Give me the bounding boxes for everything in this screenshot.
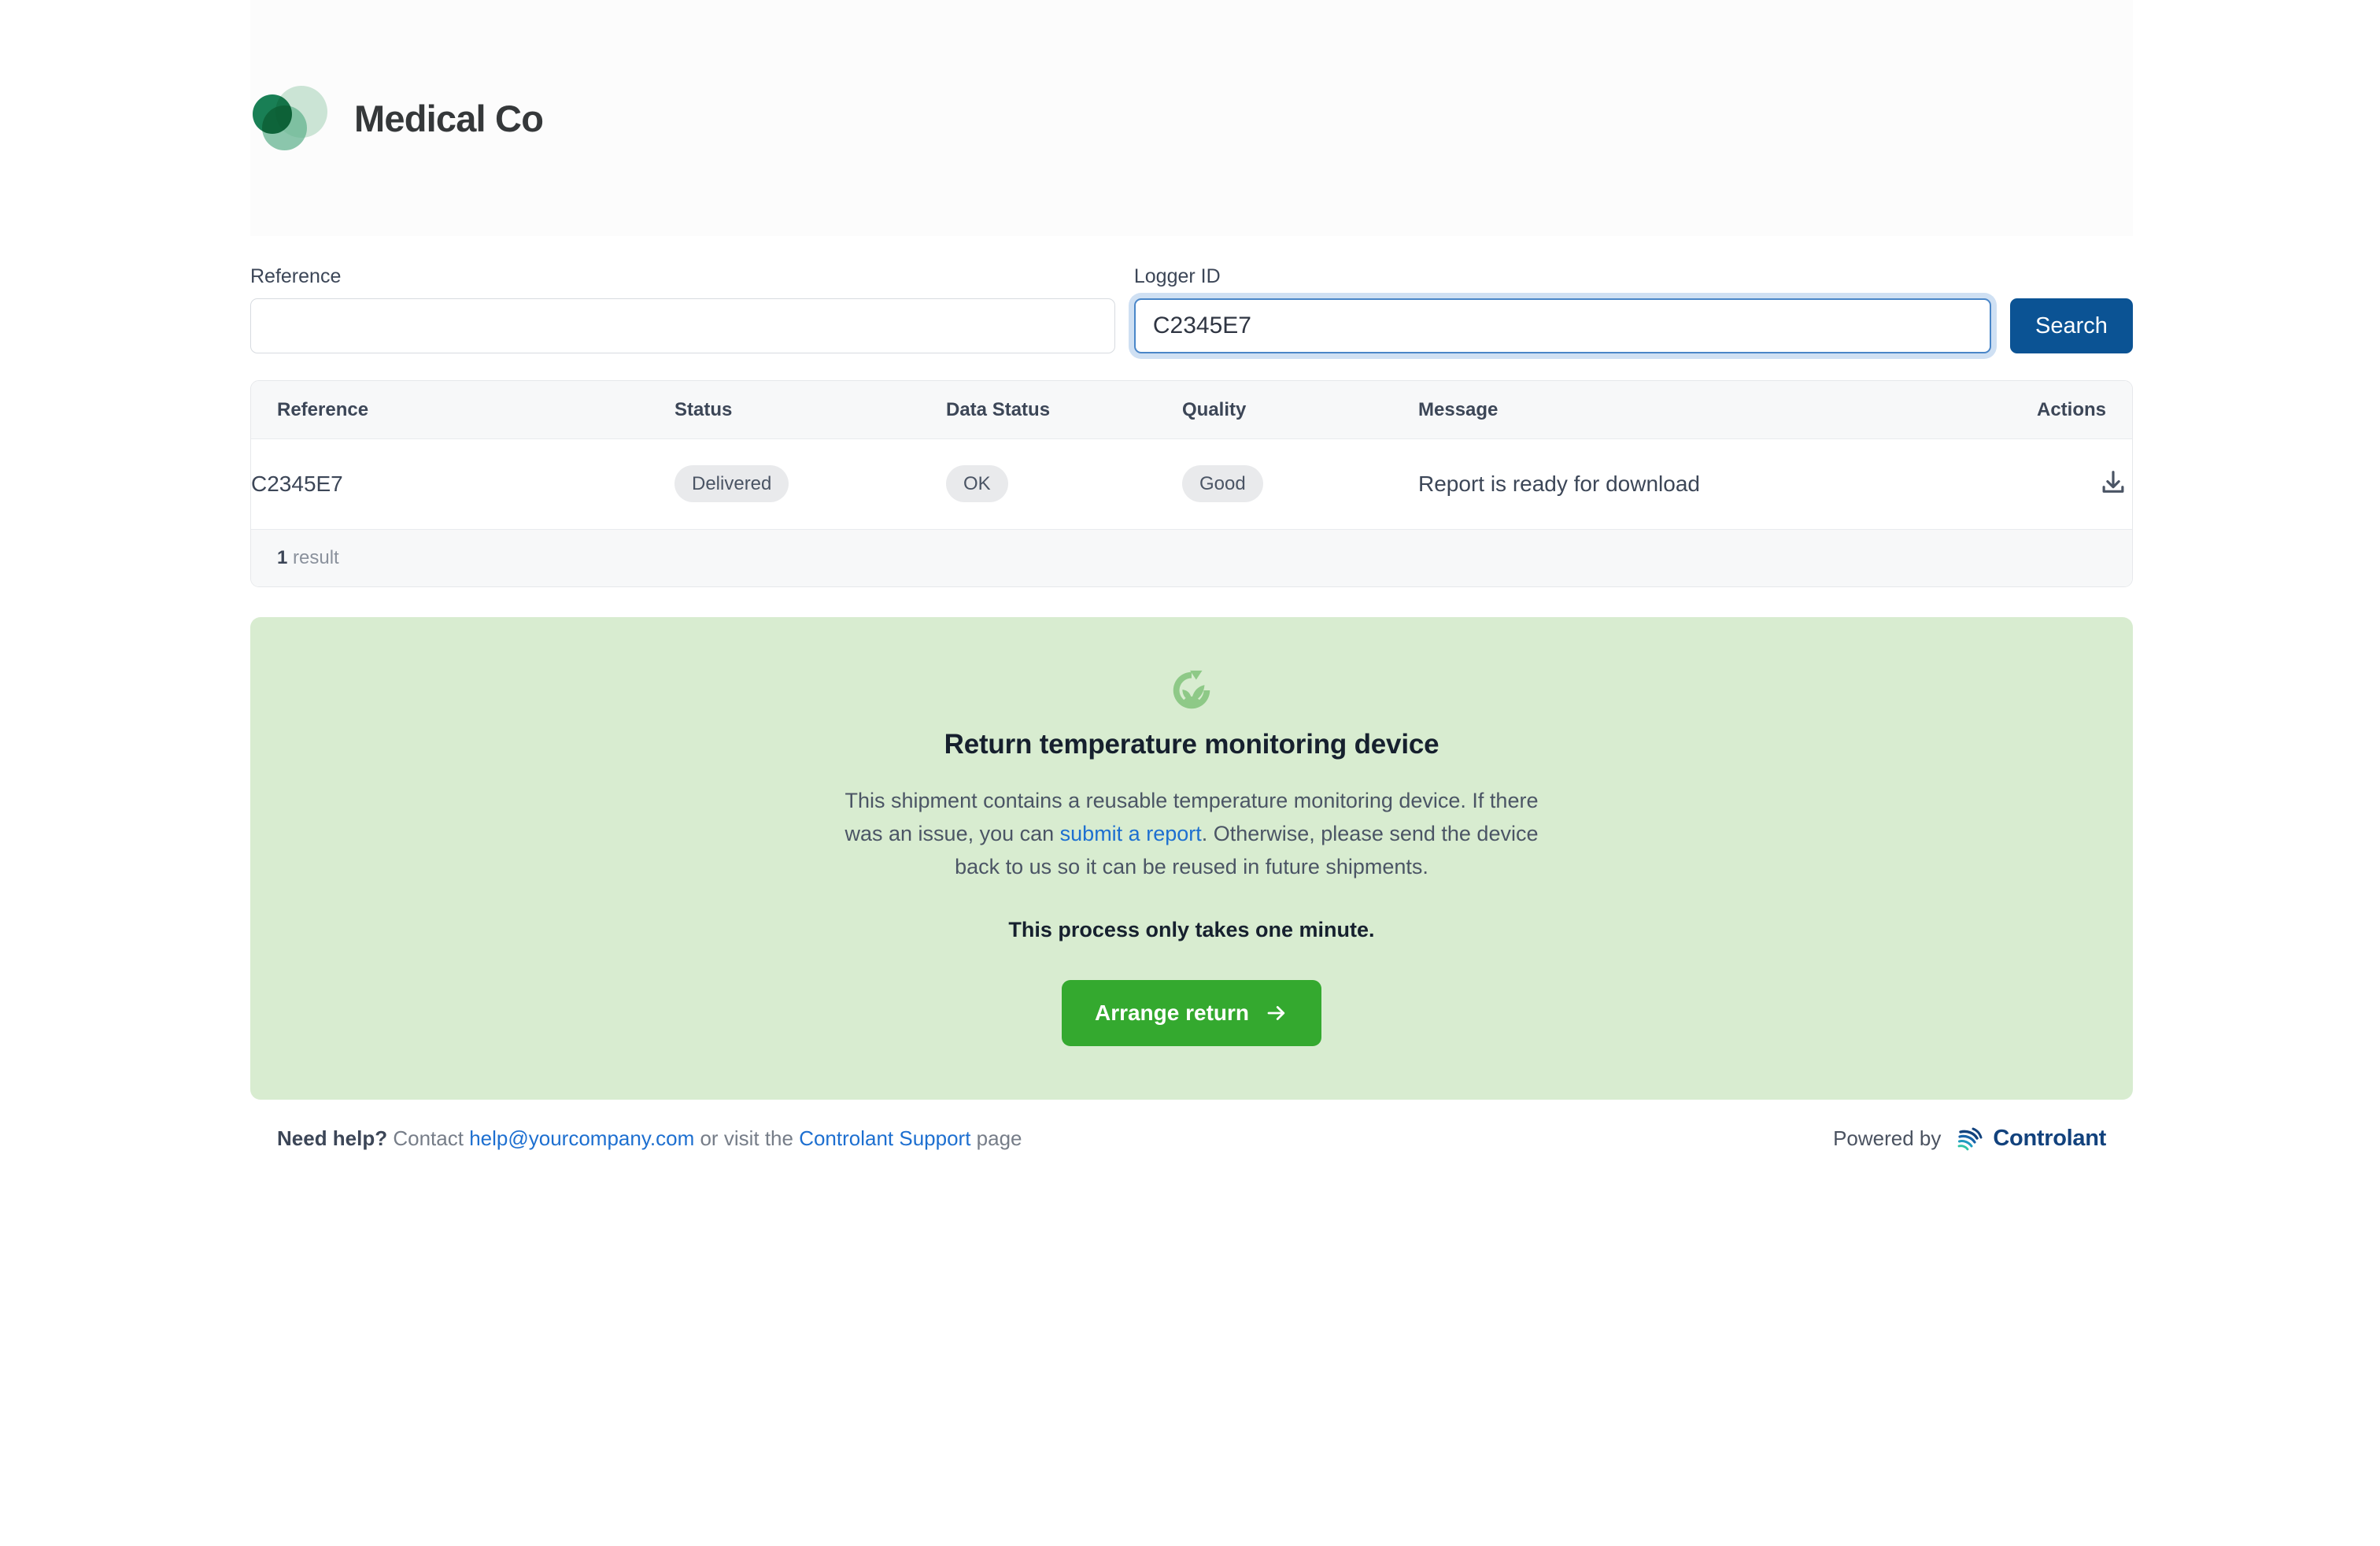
logger-id-label: Logger ID	[1133, 265, 1221, 287]
table-header-row: Reference Status Data Status Quality Mes…	[251, 380, 2132, 439]
controlant-signal-logo-icon	[1958, 1127, 1983, 1151]
results-table-card: Reference Status Data Status Quality Mes…	[250, 379, 2133, 587]
controlant-support-link[interactable]: Controlant Support	[799, 1126, 970, 1150]
powered-by-block: Powered by Controlant	[1833, 1125, 2106, 1153]
header-message: Message	[1418, 380, 1969, 439]
three-circles-logo-icon	[252, 84, 331, 152]
powered-by-label: Powered by	[1833, 1126, 1942, 1151]
return-panel-body: This shipment contains a reusable temper…	[830, 784, 1554, 883]
reference-input[interactable]	[250, 298, 1115, 353]
contact-prefix: Contact	[387, 1126, 470, 1151]
recycle-sprout-icon	[1173, 670, 1210, 708]
need-help-label: Need help?	[277, 1126, 388, 1151]
results-table: Reference Status Data Status Quality Mes…	[251, 380, 2132, 529]
reference-field-group: Reference	[250, 265, 1115, 353]
cell-message: Report is ready for download	[1418, 438, 1969, 529]
logger-id-input[interactable]	[1133, 298, 1991, 353]
controlant-lockup: Controlant	[1955, 1125, 2106, 1153]
header-reference: Reference	[251, 380, 674, 439]
help-middle-text: or visit the	[694, 1126, 800, 1151]
return-device-panel: Return temperature monitoring device Thi…	[250, 616, 2133, 1100]
submit-report-link[interactable]: submit a report	[1060, 822, 1202, 845]
download-icon[interactable]	[2094, 464, 2132, 502]
table-body: C2345E7 Delivered OK Good Report is read…	[251, 438, 2132, 529]
cell-quality: Good	[1182, 438, 1418, 529]
quality-badge: Good	[1182, 464, 1263, 503]
search-button[interactable]: Search	[2010, 298, 2133, 353]
help-text: Need help? Contact help@yourcompany.com …	[277, 1126, 1022, 1151]
return-panel-title: Return temperature monitoring device	[944, 728, 1439, 760]
header-actions: Actions	[1969, 380, 2132, 439]
arrange-return-button[interactable]: Arrange return	[1061, 979, 1322, 1046]
header-status: Status	[674, 380, 946, 439]
results-count-number: 1	[277, 546, 288, 568]
search-form: Reference Logger ID Search	[250, 265, 2133, 353]
cell-data-status: OK	[946, 438, 1182, 529]
support-email-link[interactable]: help@yourcompany.com	[469, 1126, 694, 1150]
reference-label: Reference	[250, 265, 342, 287]
logger-field-group: Logger ID	[1133, 265, 1991, 353]
logo-circle-dark	[253, 94, 292, 134]
controlant-wordmark: Controlant	[1993, 1126, 2106, 1152]
results-count-label: result	[293, 546, 339, 568]
arrow-right-icon	[1267, 1005, 1285, 1020]
return-panel-note: This process only takes one minute.	[1008, 917, 1375, 941]
cell-reference: C2345E7	[251, 438, 674, 529]
status-badge: Delivered	[674, 464, 789, 503]
page-root: Medical Co Reference Logger ID Search Re…	[0, 0, 2380, 1546]
brand-header: Medical Co	[250, 0, 2133, 236]
content-container: Medical Co Reference Logger ID Search Re…	[250, 0, 2133, 1153]
page-footer: Need help? Contact help@yourcompany.com …	[250, 1125, 2133, 1153]
cell-actions	[1969, 438, 2132, 529]
table-head: Reference Status Data Status Quality Mes…	[251, 380, 2132, 439]
header-quality: Quality	[1182, 380, 1418, 439]
arrange-return-label: Arrange return	[1094, 1000, 1250, 1025]
header-data-status: Data Status	[946, 380, 1182, 439]
results-count: 1 result	[251, 528, 2132, 586]
help-suffix-text: page	[970, 1126, 1022, 1151]
brand-name: Medical Co	[354, 97, 544, 139]
data-status-badge: OK	[946, 464, 1008, 503]
brand-lockup: Medical Co	[252, 84, 544, 152]
table-row: C2345E7 Delivered OK Good Report is read…	[251, 438, 2132, 529]
cell-status: Delivered	[674, 438, 946, 529]
